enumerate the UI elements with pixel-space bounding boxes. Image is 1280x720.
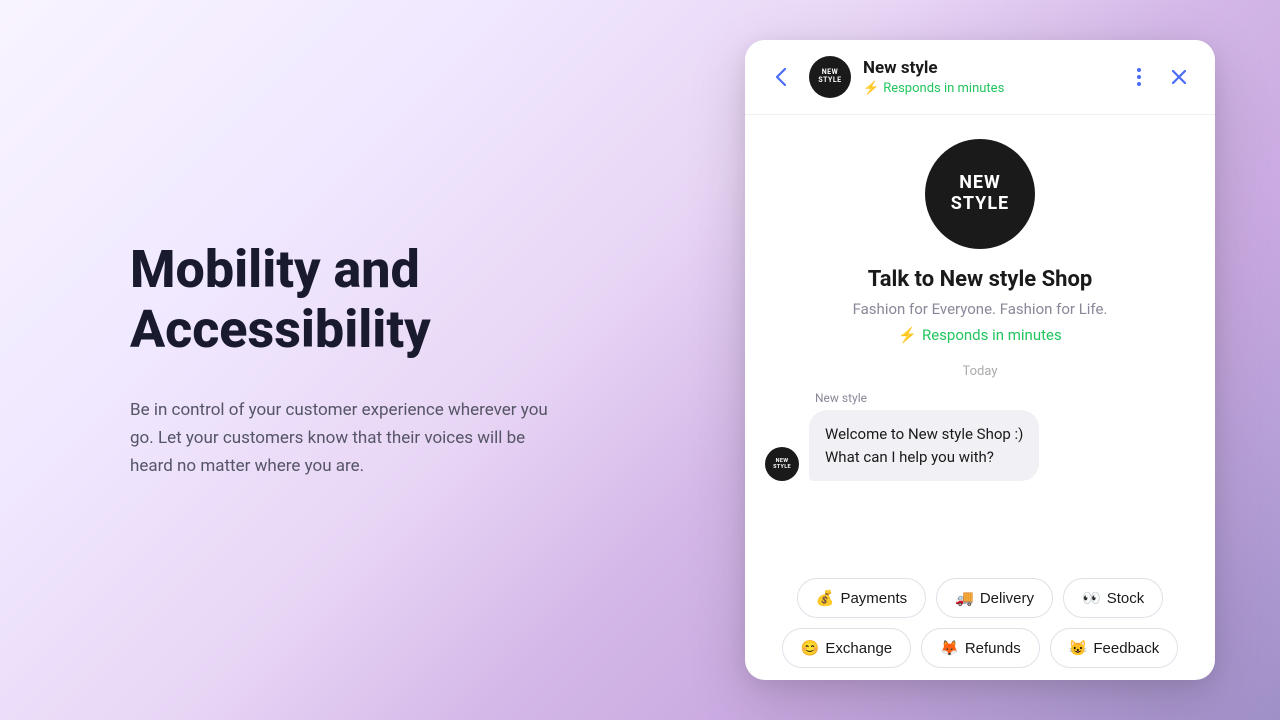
message-avatar: NEWSTYLE (765, 447, 799, 481)
right-panel: NEW STYLE New style ⚡ Responds in minute… (700, 0, 1280, 720)
quick-reply-feedback[interactable]: 😺 Feedback (1050, 628, 1179, 668)
shop-title: Talk to New style Shop (868, 267, 1093, 292)
message-bubble: Welcome to New style Shop :)What can I h… (809, 410, 1039, 481)
more-options-button[interactable] (1123, 61, 1155, 93)
quick-reply-delivery[interactable]: 🚚 Delivery (936, 578, 1053, 618)
lightning-icon: ⚡ (863, 81, 879, 96)
header-avatar: NEW STYLE (809, 56, 851, 98)
refunds-emoji: 🦊 (940, 639, 959, 657)
chat-body: NEW STYLE Talk to New style Shop Fashion… (745, 115, 1215, 570)
quick-replies: 💰 Payments 🚚 Delivery 👀 Stock 😊 Exchange (745, 570, 1215, 680)
exchange-emoji: 😊 (801, 639, 820, 657)
stock-emoji: 👀 (1082, 589, 1101, 607)
quick-replies-row-1: 💰 Payments 🚚 Delivery 👀 Stock (761, 578, 1199, 618)
back-button[interactable] (765, 61, 797, 93)
chat-header: NEW STYLE New style ⚡ Responds in minute… (745, 40, 1215, 115)
today-label: Today (765, 364, 1195, 379)
quick-reply-stock[interactable]: 👀 Stock (1063, 578, 1163, 618)
left-panel: Mobility and Accessibility Be in control… (0, 0, 700, 720)
header-actions (1123, 61, 1195, 93)
lightning-icon-body: ⚡ (898, 326, 917, 344)
quick-replies-row-2: 😊 Exchange 🦊 Refunds 😺 Feedback (761, 628, 1199, 668)
main-heading: Mobility and Accessibility (130, 240, 640, 360)
feedback-emoji: 😺 (1069, 639, 1088, 657)
delivery-emoji: 🚚 (955, 589, 974, 607)
description-text: Be in control of your customer experienc… (130, 396, 550, 480)
payments-emoji: 💰 (816, 589, 835, 607)
header-shop-name: New style (863, 58, 1111, 78)
quick-reply-payments[interactable]: 💰 Payments (797, 578, 926, 618)
shop-responds: ⚡ Responds in minutes (898, 326, 1061, 344)
message-row: NEWSTYLE Welcome to New style Shop :)Wha… (765, 410, 1195, 481)
header-status: ⚡ Responds in minutes (863, 81, 1111, 96)
chat-widget: NEW STYLE New style ⚡ Responds in minute… (745, 40, 1215, 680)
quick-reply-exchange[interactable]: 😊 Exchange (782, 628, 911, 668)
quick-reply-refunds[interactable]: 🦊 Refunds (921, 628, 1040, 668)
brand-logo-large: NEW STYLE (925, 139, 1035, 249)
header-info: New style ⚡ Responds in minutes (863, 58, 1111, 95)
close-button[interactable] (1163, 61, 1195, 93)
shop-tagline: Fashion for Everyone. Fashion for Life. (853, 300, 1108, 318)
sender-name: New style (815, 391, 867, 405)
